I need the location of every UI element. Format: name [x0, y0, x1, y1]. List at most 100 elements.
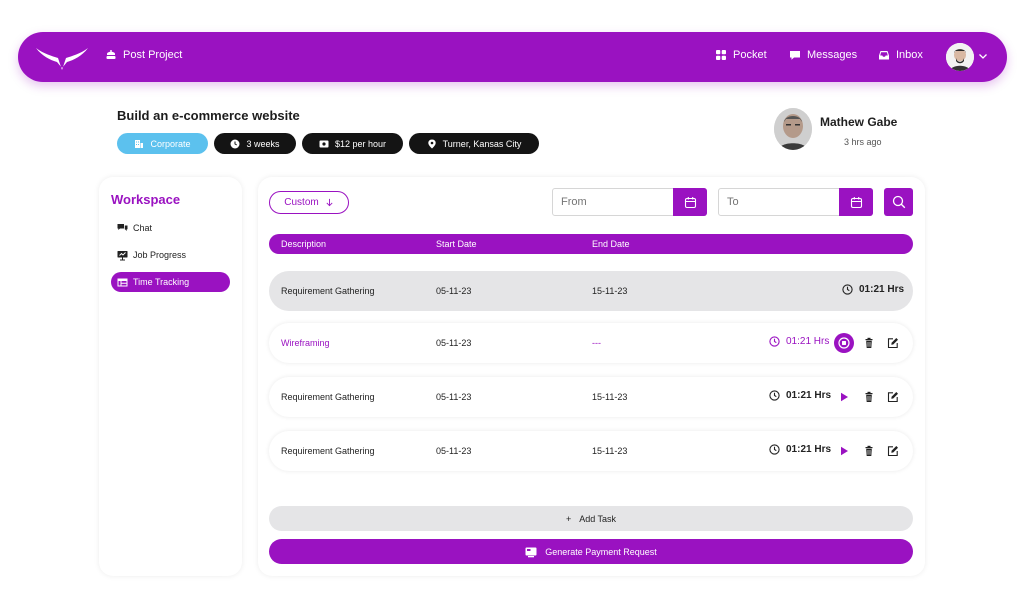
edit-icon: [887, 446, 898, 457]
messages-link[interactable]: Messages: [789, 49, 857, 61]
payment-icon: [525, 547, 537, 557]
play-timer-button[interactable]: [836, 389, 852, 405]
client-avatar[interactable]: [774, 108, 812, 150]
table-row[interactable]: Requirement Gathering 05-11-23 15-11-23 …: [269, 431, 913, 471]
inbox-link[interactable]: Inbox: [878, 49, 923, 61]
user-avatar-image: [946, 43, 974, 71]
from-date-input[interactable]: [553, 196, 674, 208]
stop-timer-button[interactable]: [834, 333, 854, 353]
row-description: Requirement Gathering: [281, 392, 375, 402]
to-date-input[interactable]: [719, 196, 840, 208]
location-label: Turner, Kansas City: [442, 138, 522, 149]
chat-icon: [117, 223, 128, 231]
eagle-logo-icon[interactable]: [34, 44, 90, 72]
user-avatar[interactable]: [946, 43, 974, 71]
project-title: Build an e-commerce website: [117, 108, 300, 123]
client-avatar-image: [774, 108, 812, 150]
sidebar-item-time-tracking[interactable]: Time Tracking: [111, 272, 230, 292]
sidebar-item-label: Chat: [133, 223, 153, 233]
delete-button[interactable]: [861, 443, 877, 459]
trash-icon: [865, 445, 873, 456]
edit-icon: [887, 338, 898, 349]
workspace-title: Workspace: [111, 192, 181, 207]
edit-button[interactable]: [885, 389, 901, 405]
row-end-date: ---: [592, 338, 601, 348]
rate-tag: $12 per hour: [302, 133, 403, 154]
row-duration: 01:21 Hrs: [842, 284, 904, 295]
sidebar-item-label: Job Progress: [133, 250, 187, 260]
search-icon: [892, 195, 905, 209]
from-calendar-button[interactable]: [673, 188, 707, 216]
row-description: Wireframing: [281, 338, 330, 348]
search-button[interactable]: [884, 188, 913, 216]
building-icon: [135, 139, 144, 148]
play-icon: [841, 392, 848, 402]
row-duration: 01:21 Hrs: [769, 444, 831, 455]
clock-icon: [230, 139, 240, 148]
row-start-date: 05-11-23: [436, 446, 472, 456]
table-row[interactable]: Requirement Gathering 05-11-23 15-11-23 …: [269, 377, 913, 417]
category-tag: Corporate: [117, 133, 208, 154]
row-start-date: 05-11-23: [436, 392, 472, 402]
edit-button[interactable]: [885, 335, 901, 351]
trash-icon: [865, 391, 873, 402]
clock-icon: [842, 284, 853, 295]
workspace-sidebar: Workspace Chat Job Progress Time Trackin…: [99, 177, 242, 576]
play-timer-button[interactable]: [836, 443, 852, 459]
custom-range-dropdown[interactable]: Custom: [269, 191, 349, 214]
row-end-date: 15-11-23: [592, 286, 628, 296]
pocket-link[interactable]: Pocket: [715, 49, 767, 61]
arrow-down-icon: [326, 198, 333, 207]
top-navbar: Post Project Pocket Messages Inbox: [18, 32, 1007, 82]
location-tag: Turner, Kansas City: [409, 133, 539, 154]
row-start-date: 05-11-23: [436, 338, 472, 348]
delete-button[interactable]: [861, 335, 877, 351]
column-header-end-date: End Date: [592, 239, 630, 249]
table-row[interactable]: Wireframing 05-11-23 --- 01:21 Hrs: [269, 323, 913, 363]
money-icon: [319, 140, 329, 147]
inbox-tray-icon: [879, 51, 889, 60]
location-pin-icon: [427, 139, 436, 148]
edit-button[interactable]: [885, 443, 901, 459]
row-end-date: 15-11-23: [592, 446, 628, 456]
clock-icon: [769, 336, 780, 347]
calendar-icon: [684, 196, 696, 208]
post-project-icon: [106, 50, 116, 59]
row-duration-label: 01:21 Hrs: [786, 444, 832, 455]
chevron-down-icon[interactable]: [978, 51, 988, 61]
row-description: Requirement Gathering: [281, 286, 375, 296]
table-row[interactable]: Requirement Gathering 05-11-23 15-11-23 …: [269, 271, 913, 311]
row-duration-label: 01:21 Hrs: [786, 336, 830, 347]
clock-icon: [769, 444, 780, 455]
table-icon: [117, 278, 128, 286]
edit-icon: [887, 392, 898, 403]
sidebar-item-job-progress[interactable]: Job Progress: [111, 245, 230, 265]
custom-range-label: Custom: [284, 197, 319, 208]
plus-icon: +: [565, 513, 572, 524]
trash-icon: [865, 337, 873, 348]
row-start-date: 05-11-23: [436, 286, 472, 296]
column-header-description: Description: [281, 239, 327, 249]
time-tracking-panel: Custom Description Start Date End Date R…: [258, 177, 925, 576]
calendar-icon: [850, 196, 862, 208]
presentation-icon: [117, 250, 128, 260]
messages-label: Messages: [807, 49, 858, 61]
row-duration-label: 01:21 Hrs: [786, 390, 832, 401]
row-duration-label: 01:21 Hrs: [859, 284, 905, 295]
generate-payment-button[interactable]: Generate Payment Request: [269, 539, 913, 564]
delete-button[interactable]: [861, 389, 877, 405]
pocket-label: Pocket: [733, 49, 767, 61]
row-duration: 01:21 Hrs: [769, 336, 829, 347]
to-calendar-button[interactable]: [839, 188, 873, 216]
client-name: Mathew Gabe: [820, 115, 898, 129]
grid-icon: [716, 50, 726, 60]
to-date-field: [718, 188, 873, 216]
sidebar-item-chat[interactable]: Chat: [111, 218, 230, 238]
post-project-label: Post Project: [123, 49, 183, 61]
add-task-button[interactable]: + Add Task: [269, 506, 913, 531]
duration-tag: 3 weeks: [214, 133, 296, 154]
post-project-link[interactable]: Post Project: [105, 49, 182, 61]
message-bubble-icon: [790, 51, 800, 60]
from-date-field: [552, 188, 707, 216]
category-label: Corporate: [150, 138, 191, 149]
